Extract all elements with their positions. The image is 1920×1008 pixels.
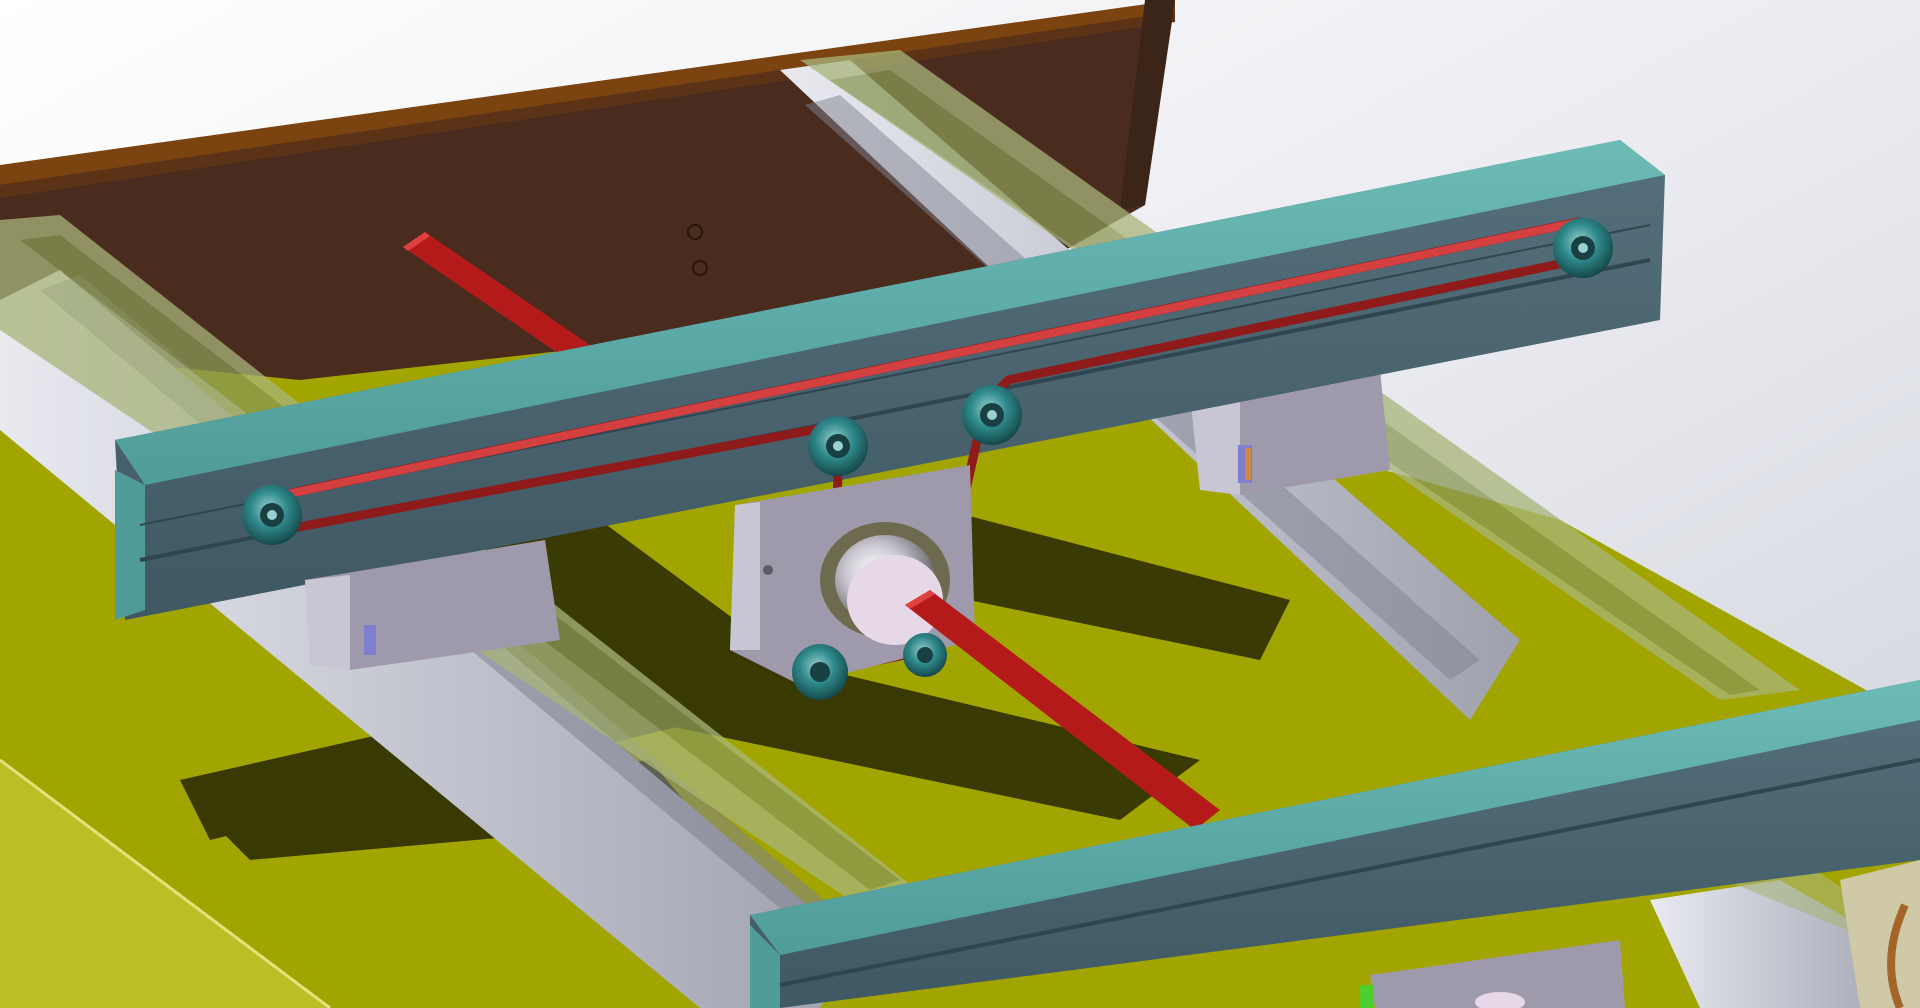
- drive-pulley-bottom-left[interactable]: [792, 644, 848, 700]
- tension-pulley-left[interactable]: [808, 416, 868, 476]
- cad-model-scene[interactable]: [0, 0, 1920, 1008]
- tension-pulley-right[interactable]: [962, 385, 1022, 445]
- idler-pulley-left[interactable]: [242, 485, 302, 545]
- cad-viewport[interactable]: [0, 0, 1920, 1008]
- idler-pulley-right[interactable]: [1553, 218, 1613, 278]
- drive-pulley-bottom-right[interactable]: [903, 633, 947, 677]
